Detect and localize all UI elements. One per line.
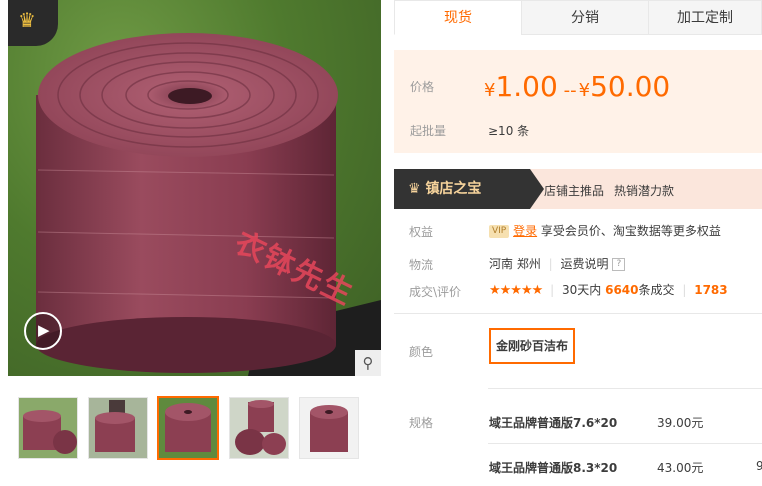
logistics-origin: 河南 郑州: [489, 257, 541, 271]
thumbnail-1[interactable]: [18, 397, 78, 459]
treasure-title: 镇店之宝: [425, 181, 482, 197]
currency-symbol: ¥: [484, 80, 496, 101]
sales-count: 6640: [605, 283, 639, 297]
price-range: ¥1.00 -- ¥50.00: [484, 70, 670, 103]
crown-badge: ♛: [8, 0, 58, 46]
price-max: 50.00: [590, 70, 671, 103]
treasure-tag: ♛ 镇店之宝: [394, 169, 544, 209]
crown-icon: ♛: [408, 181, 421, 197]
reviews-row: ★★★★★ | 30天内 6640条成交 | 1783: [489, 283, 728, 298]
logistics-label: 物流: [409, 258, 434, 272]
main-product-image[interactable]: ♛ ▶ ⚲: [8, 0, 381, 376]
product-photo: [36, 33, 381, 376]
sales-suffix: 条成交: [638, 283, 675, 297]
login-link[interactable]: 登录: [513, 224, 537, 238]
thumbnail-3[interactable]: [157, 396, 219, 460]
moq-label: 起批量: [410, 124, 447, 138]
zoom-button[interactable]: ⚲: [355, 350, 381, 376]
vip-badge: VIP: [489, 225, 510, 238]
benefits-text: 享受会员价、淘宝数据等更多权益: [540, 224, 721, 238]
thumbnail-5[interactable]: [299, 397, 359, 459]
reviews-label: 成交\评价: [409, 285, 462, 299]
spec-price-2: 43.00元: [657, 461, 704, 475]
play-video-button[interactable]: ▶: [24, 312, 62, 350]
thumbnail-image: [89, 398, 147, 458]
logistics-row: 河南 郑州 | 运费说明 ?: [489, 255, 626, 272]
shipping-info-link[interactable]: 运费说明: [561, 257, 609, 271]
thumbnail-image: [159, 398, 217, 458]
play-icon: ▶: [38, 321, 50, 339]
spec-label: 规格: [409, 416, 434, 430]
divider: [394, 313, 762, 314]
question-icon[interactable]: ?: [612, 258, 626, 271]
spec-name-2: 域王品牌普通版8.3*20: [489, 461, 618, 475]
price-min: 1.00: [495, 70, 558, 103]
divider: [488, 443, 762, 444]
currency-symbol: ¥: [578, 80, 591, 101]
spec-price-1: 39.00元: [657, 416, 704, 430]
color-label: 颜色: [409, 345, 434, 359]
tab-spot[interactable]: 现货: [394, 0, 522, 35]
price-separator: --: [563, 80, 577, 101]
purchase-mode-tabs: 现货 分销 加工定制: [394, 0, 762, 36]
sales-period: 30天内: [561, 283, 602, 297]
thumbnail-2[interactable]: [88, 397, 148, 459]
price-panel: 价格 ¥1.00 -- ¥50.00 起批量 ≥10 条: [394, 50, 762, 153]
thumbnail-image: [230, 398, 288, 458]
tab-distribution[interactable]: 分销: [521, 0, 649, 35]
shop-treasure-bar: ♛ 镇店之宝 店铺主推品 热销潜力款: [394, 169, 762, 209]
spec-name-1: 域王品牌普通版7.6*20: [489, 416, 618, 430]
thumbnail-4[interactable]: [229, 397, 289, 459]
thumbnail-image: [19, 398, 77, 458]
spec-partial: 9: [756, 459, 762, 473]
crown-icon: ♛: [18, 8, 36, 32]
magnifier-icon: ⚲: [362, 354, 374, 372]
color-option-selected[interactable]: 金刚砂百洁布: [489, 328, 575, 364]
review-count[interactable]: 1783: [694, 283, 727, 297]
treasure-tag-1: 店铺主推品: [544, 184, 605, 198]
moq-value: ≥10 条: [488, 124, 530, 138]
benefits-row: VIP 登录 享受会员价、淘宝数据等更多权益: [489, 222, 721, 239]
price-label: 价格: [410, 80, 435, 94]
benefits-label: 权益: [409, 225, 434, 239]
rating-stars[interactable]: ★★★★★: [489, 283, 543, 298]
tab-custom[interactable]: 加工定制: [648, 0, 762, 35]
treasure-tag-2: 热销潜力款: [614, 184, 675, 198]
thumbnail-image: [300, 398, 358, 458]
divider: [488, 388, 762, 389]
